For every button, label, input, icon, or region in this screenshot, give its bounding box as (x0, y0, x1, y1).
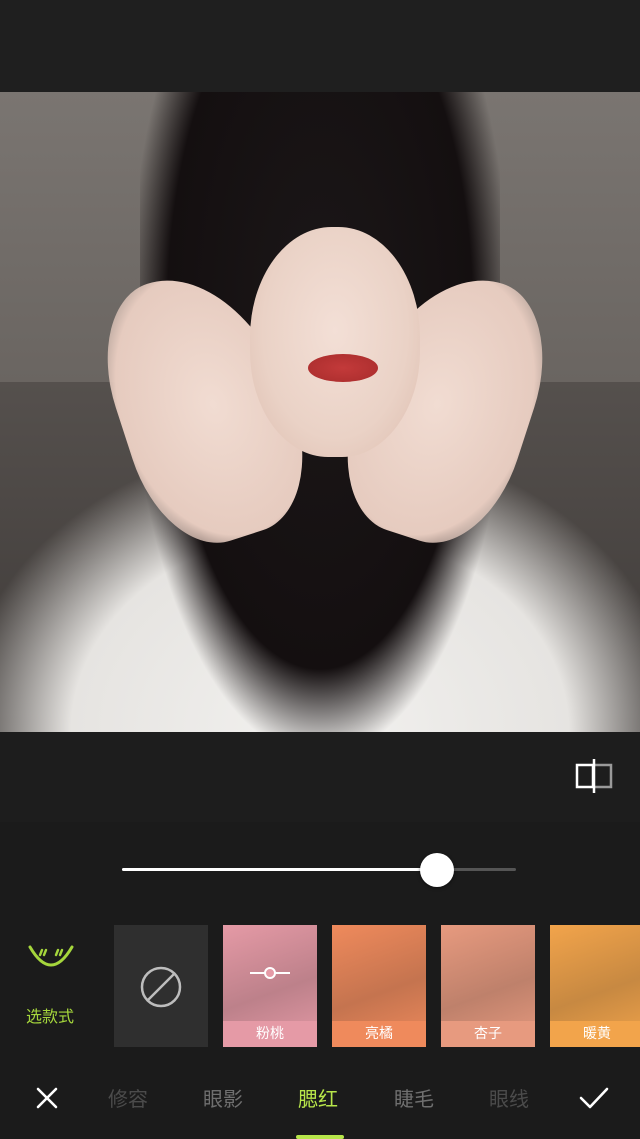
tab-eyelash[interactable]: 睫毛 (394, 1083, 434, 1112)
check-icon[interactable] (576, 1081, 612, 1115)
adjust-icon (250, 965, 290, 979)
blush-swatch-list: 粉桃 亮橘 杏子 暖黄 (114, 925, 640, 1047)
tab-eyeliner[interactable]: 眼线 (489, 1083, 529, 1112)
photo-face (250, 227, 420, 457)
tab-eyeshadow[interactable]: 眼影 (203, 1083, 243, 1112)
swatch-label: 杏子 (441, 1021, 535, 1047)
photo-lips (308, 354, 378, 382)
intensity-slider[interactable] (122, 851, 516, 887)
swatch-label: 粉桃 (223, 1021, 317, 1047)
none-icon (139, 965, 183, 1009)
swatch-liang-ju[interactable]: 亮橘 (332, 925, 426, 1047)
slider-thumb[interactable] (420, 853, 454, 887)
photo-preview (0, 92, 640, 732)
slider-fill (122, 868, 437, 871)
swatch-nuan-huang[interactable]: 暖黄 (550, 925, 640, 1047)
style-picker-button[interactable]: 选款式 (0, 925, 100, 1047)
active-tab-indicator (296, 1135, 344, 1139)
top-bar (0, 0, 640, 92)
tab-blush[interactable]: 腮红 (298, 1083, 338, 1112)
swatch-xing-zi[interactable]: 杏子 (441, 925, 535, 1047)
tab-contour[interactable]: 修容 (108, 1083, 148, 1112)
swatch-label: 亮橘 (332, 1021, 426, 1047)
smile-face-icon (26, 943, 76, 983)
style-picker-label: 选款式 (25, 1007, 74, 1026)
compare-icon[interactable] (574, 756, 614, 796)
category-tabbar: 修容 眼影 腮红 睫毛 眼线 (0, 1063, 640, 1139)
swatch-none[interactable] (114, 925, 208, 1047)
close-icon[interactable] (30, 1081, 64, 1115)
swatch-fen-tao[interactable]: 粉桃 (223, 925, 317, 1047)
swatch-label: 暖黄 (550, 1021, 640, 1047)
